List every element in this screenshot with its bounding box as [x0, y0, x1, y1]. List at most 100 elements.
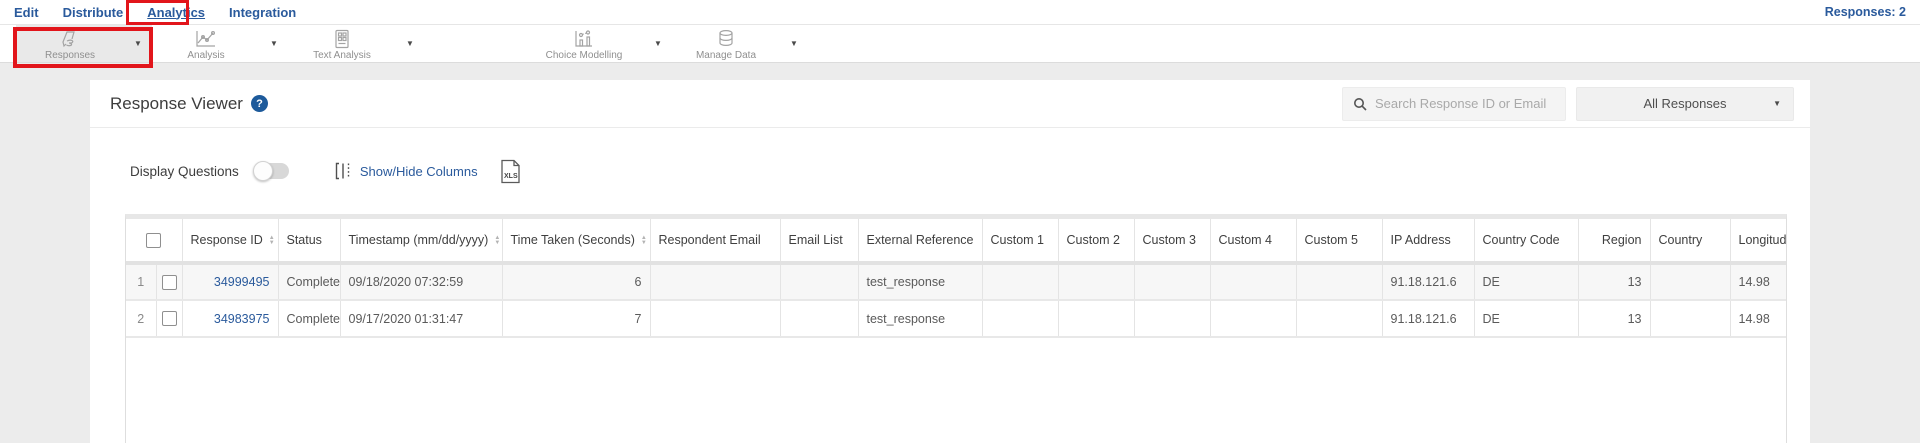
- column-header-external_reference[interactable]: External Reference: [858, 219, 982, 263]
- row-number: 1: [126, 263, 156, 300]
- column-header-respondent_email[interactable]: Respondent Email: [650, 219, 780, 263]
- column-header-country_code[interactable]: Country Code: [1474, 219, 1578, 263]
- table-header-row: Response ID▲▼StatusTimestamp (mm/dd/yyyy…: [126, 219, 1787, 263]
- display-questions-label: Display Questions: [130, 164, 239, 179]
- cell-custom1: [982, 300, 1058, 337]
- cell-respondent_email: [650, 263, 780, 300]
- analytics-toolbar: Responses ▼ Analysis ▼: [0, 25, 1920, 63]
- cell-status: Completed: [278, 300, 340, 337]
- responses-table-container[interactable]: Response ID▲▼StatusTimestamp (mm/dd/yyyy…: [125, 214, 1787, 443]
- chevron-down-icon[interactable]: ▼: [260, 39, 288, 48]
- cell-external_reference: test_response: [858, 263, 982, 300]
- table-row[interactable]: 234983975Completed09/17/2020 01:31:477te…: [126, 300, 1787, 337]
- column-header-id[interactable]: Response ID▲▼: [182, 219, 278, 263]
- cell-custom2: [1058, 300, 1134, 337]
- text-analysis-icon: [332, 29, 352, 49]
- toggle-knob: [253, 161, 273, 181]
- cell-time_taken: 7: [502, 300, 650, 337]
- cell-id[interactable]: 34983975: [182, 300, 278, 337]
- cell-region: 13: [1578, 263, 1650, 300]
- column-header-email_list[interactable]: Email List: [780, 219, 858, 263]
- column-header-region[interactable]: Region: [1578, 219, 1650, 263]
- panel-header: Response Viewer ? All Responses ▼: [90, 80, 1810, 128]
- manage-data-icon: [716, 29, 736, 49]
- columns-icon: [335, 162, 352, 180]
- toolbar-item-manage-data[interactable]: Manage Data ▼: [672, 25, 808, 62]
- chevron-down-icon[interactable]: ▼: [124, 39, 152, 48]
- cell-status: Completed: [278, 263, 340, 300]
- search-icon: [1353, 97, 1367, 111]
- cell-custom3: [1134, 263, 1210, 300]
- toolbar-item-label: Responses: [45, 50, 95, 61]
- display-questions-toggle[interactable]: [255, 163, 289, 179]
- chevron-down-icon[interactable]: ▼: [780, 39, 808, 48]
- column-header-status[interactable]: Status: [278, 219, 340, 263]
- cell-country_code: DE: [1474, 263, 1578, 300]
- sort-icon[interactable]: ▲▼: [494, 236, 500, 246]
- table-controls-row: Display Questions Show/Hide Columns XLS: [130, 158, 1790, 184]
- cell-id[interactable]: 34999495: [182, 263, 278, 300]
- column-header-time_taken[interactable]: Time Taken (Seconds)▲▼: [502, 219, 650, 263]
- cell-custom4: [1210, 300, 1296, 337]
- row-number: 2: [126, 300, 156, 337]
- select-all-cell: [126, 219, 182, 263]
- column-header-longitude[interactable]: Longitude: [1730, 219, 1787, 263]
- cell-longitude: 14.98: [1730, 263, 1787, 300]
- responses-table: Response ID▲▼StatusTimestamp (mm/dd/yyyy…: [126, 219, 1787, 338]
- cell-ip_address: 91.18.121.6: [1382, 263, 1474, 300]
- sort-icon[interactable]: ▲▼: [641, 236, 647, 246]
- column-header-custom2[interactable]: Custom 2: [1058, 219, 1134, 263]
- cell-timestamp: 09/17/2020 01:31:47: [340, 300, 502, 337]
- toolbar-item-label: Manage Data: [696, 50, 756, 61]
- row-checkbox[interactable]: [162, 275, 177, 290]
- cell-custom3: [1134, 300, 1210, 337]
- svg-text:XLS: XLS: [504, 173, 518, 180]
- xls-icon: XLS: [500, 159, 521, 184]
- select-all-checkbox[interactable]: [146, 233, 161, 248]
- response-filter-select[interactable]: All Responses ▼: [1576, 87, 1794, 121]
- column-header-country[interactable]: Country: [1650, 219, 1730, 263]
- cell-respondent_email: [650, 300, 780, 337]
- table-row[interactable]: 134999495Completed09/18/2020 07:32:596te…: [126, 263, 1787, 300]
- nav-item-distribute[interactable]: Distribute: [63, 5, 124, 20]
- top-nav-bar: Edit Distribute Analytics Integration Re…: [0, 0, 1920, 25]
- cell-email_list: [780, 300, 858, 337]
- column-header-custom3[interactable]: Custom 3: [1134, 219, 1210, 263]
- toolbar-item-text-analysis[interactable]: Text Analysis ▼: [288, 25, 424, 62]
- search-input[interactable]: [1375, 96, 1555, 111]
- column-header-custom5[interactable]: Custom 5: [1296, 219, 1382, 263]
- column-header-timestamp[interactable]: Timestamp (mm/dd/yyyy)▲▼: [340, 219, 502, 263]
- sort-icon[interactable]: ▲▼: [269, 236, 275, 246]
- search-box[interactable]: [1342, 87, 1566, 121]
- help-icon[interactable]: ?: [251, 95, 268, 112]
- nav-item-integration[interactable]: Integration: [229, 5, 296, 20]
- cell-custom5: [1296, 300, 1382, 337]
- chevron-down-icon[interactable]: ▼: [396, 39, 424, 48]
- nav-item-edit[interactable]: Edit: [14, 5, 39, 20]
- toolbar-item-label: Text Analysis: [313, 50, 371, 61]
- show-hide-columns-button[interactable]: Show/Hide Columns: [335, 162, 478, 180]
- nav-item-analytics[interactable]: Analytics: [147, 5, 205, 20]
- column-header-custom4[interactable]: Custom 4: [1210, 219, 1296, 263]
- chevron-down-icon[interactable]: ▼: [644, 39, 672, 48]
- cell-custom1: [982, 263, 1058, 300]
- cell-custom5: [1296, 263, 1382, 300]
- show-hide-columns-label: Show/Hide Columns: [360, 164, 478, 179]
- column-header-ip_address[interactable]: IP Address: [1382, 219, 1474, 263]
- cell-region: 13: [1578, 300, 1650, 337]
- choice-modelling-icon: [573, 29, 595, 49]
- cell-country_code: DE: [1474, 300, 1578, 337]
- toolbar-item-analysis[interactable]: Analysis ▼: [152, 25, 288, 62]
- cell-country: [1650, 300, 1730, 337]
- responses-count: Responses: 2: [1825, 5, 1906, 19]
- toolbar-item-choice-modelling[interactable]: Choice Modelling ▼: [524, 25, 672, 62]
- cell-timestamp: 09/18/2020 07:32:59: [340, 263, 502, 300]
- row-checkbox[interactable]: [162, 311, 177, 326]
- column-header-custom1[interactable]: Custom 1: [982, 219, 1058, 263]
- toolbar-item-label: Choice Modelling: [546, 50, 623, 61]
- export-xls-button[interactable]: XLS: [500, 159, 521, 184]
- cell-custom4: [1210, 263, 1296, 300]
- cell-country: [1650, 263, 1730, 300]
- toolbar-item-responses[interactable]: Responses ▼: [16, 25, 152, 62]
- page-title: Response Viewer: [110, 94, 243, 114]
